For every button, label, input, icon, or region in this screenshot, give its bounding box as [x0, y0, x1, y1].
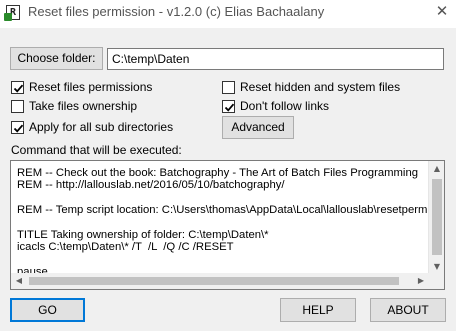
reset-hidden-system-checkbox[interactable]: Reset hidden and system files	[222, 79, 400, 95]
sub-directories-checkbox[interactable]: Apply for all sub directories	[11, 119, 173, 135]
take-ownership-checkbox[interactable]: Take files ownership	[11, 98, 137, 114]
go-button[interactable]: GO	[10, 298, 85, 322]
dont-follow-links-box[interactable]	[222, 99, 235, 113]
command-lines: REM -- Check out the book: Batchography …	[17, 167, 429, 279]
checkmark-icon	[13, 84, 24, 93]
checkmark-icon	[224, 103, 235, 112]
take-ownership-box[interactable]	[11, 99, 24, 113]
take-ownership-label: Take files ownership	[29, 99, 138, 113]
command-line	[17, 217, 429, 229]
sub-directories-label: Apply for all sub directories	[29, 120, 174, 134]
dont-follow-links-checkbox[interactable]: Don't follow links	[222, 98, 329, 114]
reset-hidden-system-box[interactable]	[222, 80, 235, 94]
scroll-up-icon[interactable]: ▲	[429, 161, 444, 177]
command-line	[17, 192, 429, 204]
advanced-button[interactable]: Advanced	[222, 116, 294, 139]
command-heading: Command that will be executed:	[11, 143, 182, 157]
command-line: REM -- http://lallouslab.net/2016/05/10/…	[17, 179, 285, 192]
close-icon[interactable]: ✕	[428, 0, 456, 24]
command-line: REM -- Temp script location: C:\Users\th…	[17, 204, 429, 217]
command-line: REM -- Check out the book: Batchography …	[17, 167, 419, 179]
scroll-right-icon[interactable]: ▶	[413, 273, 429, 289]
command-line	[17, 254, 429, 266]
app-icon: R	[4, 5, 20, 21]
sub-directories-box[interactable]	[11, 120, 24, 134]
reset-hidden-system-label: Reset hidden and system files	[240, 80, 401, 94]
command-textarea[interactable]: REM -- Check out the book: Batchography …	[10, 160, 445, 290]
scroll-left-icon[interactable]: ◀	[11, 273, 27, 289]
title-bar[interactable]: R Reset files permission - v1.2.0 (c) El…	[0, 0, 456, 28]
vertical-scroll-thumb[interactable]	[432, 179, 442, 255]
reset-permissions-box[interactable]	[11, 80, 24, 94]
command-line: icacls C:\temp\Daten\* /T /L /Q /C /RESE…	[17, 241, 234, 254]
horizontal-scroll-thumb[interactable]	[29, 277, 399, 285]
horizontal-scrollbar[interactable]: ◀ ▶	[11, 273, 429, 289]
dont-follow-links-label: Don't follow links	[240, 99, 329, 113]
checkmark-icon	[13, 124, 24, 133]
choose-folder-button[interactable]: Choose folder:	[10, 47, 103, 70]
scroll-corner	[428, 273, 444, 289]
window-title: Reset files permission - v1.2.0 (c) Elia…	[28, 4, 325, 19]
about-button[interactable]: ABOUT	[370, 298, 446, 322]
reset-permissions-label: Reset files permissions	[29, 80, 153, 94]
folder-path-field[interactable]: C:\temp\Daten	[107, 48, 444, 70]
help-button[interactable]: HELP	[280, 298, 356, 322]
command-line: TITLE Taking ownership of folder: C:\tem…	[17, 229, 269, 242]
reset-permissions-checkbox[interactable]: Reset files permissions	[11, 79, 152, 95]
vertical-scrollbar[interactable]: ▲ ▼	[428, 161, 444, 275]
